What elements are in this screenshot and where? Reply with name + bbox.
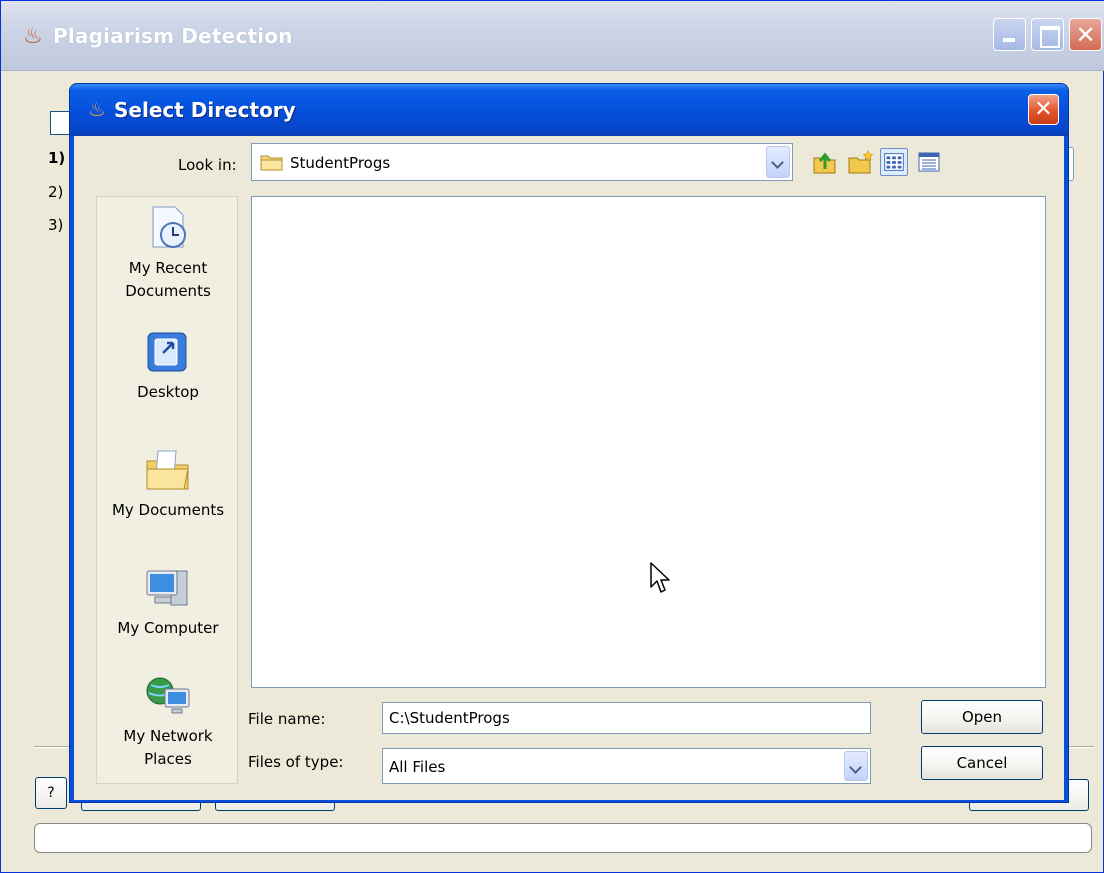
maximize-icon — [1032, 19, 1063, 50]
my-documents-icon — [146, 450, 189, 490]
minimize-icon — [994, 19, 1025, 50]
dialog-close-button[interactable]: ✕ — [1028, 94, 1059, 125]
cancel-button[interactable]: Cancel — [921, 746, 1043, 780]
file-list-pane[interactable] — [251, 196, 1046, 688]
maximize-button[interactable] — [1031, 18, 1064, 51]
place-label-line2: Documents — [125, 282, 211, 300]
mouse-cursor-icon — [650, 562, 670, 593]
files-of-type-dropdown-button[interactable] — [844, 751, 868, 781]
java-cup-icon: ♨ — [88, 97, 106, 121]
file-name-label: File name: — [248, 710, 326, 728]
dialog-title-bar[interactable]: ♨ Select Directory ✕ — [70, 84, 1068, 136]
new-folder-icon[interactable] — [846, 148, 874, 176]
main-window-title: Plagiarism Detection — [53, 24, 293, 48]
select-directory-dialog: ♨ Select Directory ✕ Look in: StudentPro… — [69, 83, 1069, 803]
file-name-input[interactable]: C:\StudentProgs — [382, 702, 871, 734]
network-places-icon — [146, 677, 190, 714]
step-1-label: 1) — [48, 149, 66, 167]
place-label-line1: My Recent — [128, 259, 208, 277]
places-bar: My Recent Documents Desktop My Documents — [96, 196, 238, 784]
main-title-bar[interactable]: ♨ Plagiarism Detection ✕ — [1, 1, 1104, 71]
open-button[interactable]: Open — [921, 700, 1043, 734]
folder-icon — [260, 155, 283, 171]
desktop-icon — [147, 332, 187, 372]
progress-bar — [34, 823, 1092, 853]
place-my-network-places[interactable]: My Network Places — [97, 671, 239, 771]
step-2-label: 2) — [48, 183, 64, 201]
recent-documents-icon — [152, 206, 186, 248]
place-label: Desktop — [137, 383, 199, 401]
place-label: My Computer — [117, 619, 219, 637]
files-of-type-value: All Files — [389, 758, 446, 776]
files-of-type-combobox[interactable]: All Files — [382, 748, 871, 784]
my-computer-icon — [146, 570, 188, 606]
look-in-combobox[interactable]: StudentProgs — [251, 143, 793, 181]
look-in-dropdown-button[interactable] — [766, 146, 790, 178]
place-desktop[interactable]: Desktop — [97, 327, 239, 404]
place-label-line2: Places — [144, 750, 192, 768]
place-my-documents[interactable]: My Documents — [97, 445, 239, 522]
place-label: My Documents — [111, 501, 225, 519]
place-my-computer[interactable]: My Computer — [97, 563, 239, 640]
main-close-button[interactable]: ✕ — [1069, 18, 1102, 51]
minimize-button[interactable] — [993, 18, 1026, 51]
place-my-recent-documents[interactable]: My Recent Documents — [97, 203, 239, 303]
help-button[interactable]: ? — [35, 777, 67, 809]
close-icon: ✕ — [1075, 21, 1096, 49]
close-icon: ✕ — [1034, 97, 1053, 122]
look-in-value: StudentProgs — [290, 154, 391, 172]
look-in-label: Look in: — [178, 156, 237, 174]
files-of-type-label: Files of type: — [248, 753, 344, 771]
java-cup-icon: ♨ — [23, 24, 43, 49]
list-view-icon[interactable] — [880, 148, 908, 176]
step-3-label: 3) — [48, 216, 64, 234]
up-folder-icon[interactable] — [811, 148, 839, 176]
place-label-line1: My Network — [123, 727, 213, 745]
dialog-body: Look in: StudentProgs My Recent Document… — [74, 136, 1064, 800]
details-view-icon[interactable] — [915, 148, 943, 176]
dialog-title: Select Directory — [114, 98, 296, 122]
